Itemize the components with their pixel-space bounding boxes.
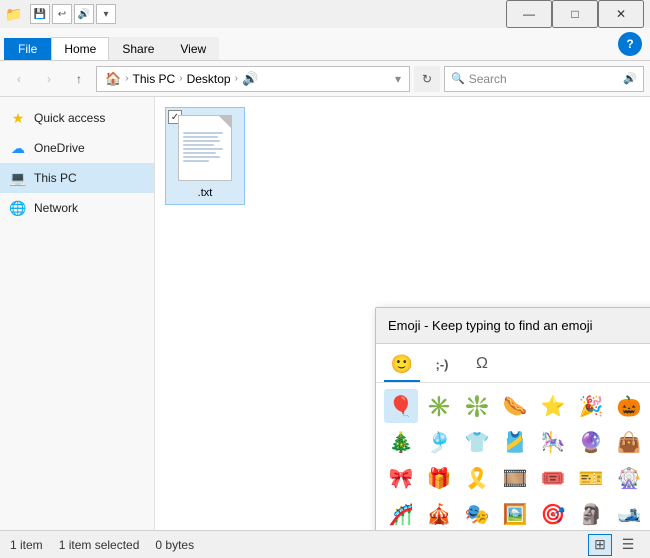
file-area: ✓ .txt bbox=[155, 97, 650, 530]
sidebar: ★ Quick access ☁ OneDrive 💻 This PC 🌐 Ne… bbox=[0, 97, 155, 530]
search-box[interactable]: 🔍 Search 🔊 bbox=[444, 66, 644, 92]
emoji-tabs: 🙂 ;-) Ω bbox=[376, 344, 650, 383]
sidebar-item-onedrive[interactable]: ☁ OneDrive bbox=[0, 133, 154, 163]
file-label: .txt bbox=[194, 186, 217, 200]
cloud-icon: ☁ bbox=[10, 140, 26, 156]
emoji-cell[interactable]: ✳️ bbox=[422, 389, 456, 423]
path-separator-1: › bbox=[125, 73, 128, 84]
star-icon: ★ bbox=[10, 110, 26, 126]
emoji-cell[interactable]: 🎁 bbox=[422, 461, 456, 495]
emoji-cell[interactable]: 🌭 bbox=[498, 389, 532, 423]
emoji-cell[interactable]: 👕 bbox=[460, 425, 494, 459]
title-bar: 📁 💾 ↩ 🔊 ▾ — □ ✕ bbox=[0, 0, 650, 28]
emoji-dialog: Emoji - Keep typing to find an emoji ✕ 🙂… bbox=[375, 307, 650, 530]
path-separator-2: › bbox=[179, 73, 182, 84]
emoji-cell[interactable]: 🎐 bbox=[422, 425, 456, 459]
properties-button[interactable]: 🔊 bbox=[74, 4, 94, 24]
search-suffix-icon: 🔊 bbox=[623, 72, 637, 85]
path-dropdown[interactable]: ▾ bbox=[395, 72, 401, 86]
save-button[interactable]: 💾 bbox=[30, 4, 50, 24]
path-icon: 🔊 bbox=[242, 71, 258, 87]
emoji-cell[interactable]: ❇️ bbox=[460, 389, 494, 423]
emoji-cell[interactable]: 🎡 bbox=[612, 461, 646, 495]
emoji-cell[interactable]: 🎀 bbox=[384, 461, 418, 495]
maximize-button[interactable]: □ bbox=[552, 0, 598, 28]
emoji-cell[interactable]: 🎉 bbox=[574, 389, 608, 423]
search-icon: 🔍 bbox=[451, 72, 465, 85]
emoji-tab-smiley[interactable]: 🙂 bbox=[384, 350, 420, 382]
path-home-icon: 🏠 bbox=[105, 71, 121, 87]
sidebar-item-this-pc[interactable]: 💻 This PC bbox=[0, 163, 154, 193]
search-placeholder: Search bbox=[469, 72, 507, 86]
emoji-tab-omega[interactable]: Ω bbox=[464, 350, 500, 382]
emoji-cell[interactable]: 🔮 bbox=[574, 425, 608, 459]
view-buttons: ⊞ ☰ bbox=[588, 534, 640, 556]
txt-lines bbox=[179, 116, 231, 168]
qs-dropdown[interactable]: ▾ bbox=[96, 4, 116, 24]
txt-file-icon bbox=[178, 115, 232, 181]
view-details-button[interactable]: ⊞ bbox=[588, 534, 612, 556]
back-button[interactable]: ‹ bbox=[6, 66, 32, 92]
emoji-cell[interactable]: 🎟️ bbox=[536, 461, 570, 495]
emoji-title: Emoji - Keep typing to find an emoji bbox=[388, 318, 593, 333]
sidebar-item-quick-access[interactable]: ★ Quick access bbox=[0, 103, 154, 133]
emoji-cell[interactable]: 🎭 bbox=[460, 497, 494, 530]
sidebar-item-label: Quick access bbox=[34, 111, 105, 125]
sidebar-item-label: This PC bbox=[34, 171, 77, 185]
emoji-cell[interactable]: 🎫 bbox=[574, 461, 608, 495]
sidebar-item-label: OneDrive bbox=[34, 141, 85, 155]
undo-button[interactable]: ↩ bbox=[52, 4, 72, 24]
emoji-cell[interactable]: 🎈 bbox=[384, 389, 418, 423]
ribbon-tabs: File Home Share View ? bbox=[0, 28, 650, 60]
minimize-button[interactable]: — bbox=[506, 0, 552, 28]
main-content: ★ Quick access ☁ OneDrive 💻 This PC 🌐 Ne… bbox=[0, 97, 650, 530]
file-size: 0 bytes bbox=[155, 538, 194, 552]
path-thispc: This PC bbox=[133, 72, 176, 86]
emoji-cell[interactable]: 🎃 bbox=[612, 389, 646, 423]
emoji-cell[interactable]: 🎞️ bbox=[498, 461, 532, 495]
window-controls: — □ ✕ bbox=[506, 0, 644, 28]
refresh-button[interactable]: ↻ bbox=[414, 66, 440, 92]
tab-file[interactable]: File bbox=[4, 38, 51, 60]
tab-home[interactable]: Home bbox=[51, 37, 109, 60]
emoji-cell[interactable]: 🎿 bbox=[612, 497, 646, 530]
emoji-grid: 🎈✳️❇️🌭⭐🎉🎃🎁🎄🎐👕🎽🎠🔮👜🟥🎀🎁🎗️🎞️🎟️🎫🎡🎢🎢🎪🎭🖼️🎯🗿🎿🛒🕶️… bbox=[376, 383, 650, 530]
quick-save-buttons: 💾 ↩ 🔊 ▾ bbox=[30, 4, 116, 24]
path-desktop: Desktop bbox=[187, 72, 231, 86]
path-separator-3: › bbox=[235, 73, 238, 84]
pc-icon: 💻 bbox=[10, 170, 26, 186]
emoji-cell[interactable]: 🎗️ bbox=[460, 461, 494, 495]
emoji-cell[interactable]: 🎽 bbox=[498, 425, 532, 459]
emoji-cell[interactable]: 🗿 bbox=[574, 497, 608, 530]
help-button[interactable]: ? bbox=[618, 32, 642, 56]
network-icon: 🌐 bbox=[10, 200, 26, 216]
tab-share[interactable]: Share bbox=[109, 37, 167, 60]
emoji-cell[interactable]: 🎪 bbox=[422, 497, 456, 530]
emoji-cell[interactable]: 🎠 bbox=[536, 425, 570, 459]
item-count: 1 item bbox=[10, 538, 43, 552]
address-path[interactable]: 🏠 › This PC › Desktop › 🔊 ▾ bbox=[96, 66, 410, 92]
emoji-cell[interactable]: 🎯 bbox=[536, 497, 570, 530]
emoji-cell[interactable]: 👜 bbox=[612, 425, 646, 459]
tab-view[interactable]: View bbox=[167, 37, 219, 60]
emoji-cell[interactable]: ⭐ bbox=[536, 389, 570, 423]
forward-button[interactable]: › bbox=[36, 66, 62, 92]
close-button[interactable]: ✕ bbox=[598, 0, 644, 28]
emoji-header: Emoji - Keep typing to find an emoji ✕ bbox=[376, 308, 650, 344]
status-bar: 1 item 1 item selected 0 bytes ⊞ ☰ bbox=[0, 530, 650, 558]
selected-count: 1 item selected bbox=[59, 538, 140, 552]
view-list-button[interactable]: ☰ bbox=[616, 534, 640, 556]
address-bar: ‹ › ↑ 🏠 › This PC › Desktop › 🔊 ▾ ↻ 🔍 Se… bbox=[0, 61, 650, 97]
ribbon: File Home Share View ? bbox=[0, 28, 650, 61]
sidebar-item-network[interactable]: 🌐 Network bbox=[0, 193, 154, 223]
emoji-cell[interactable]: 🖼️ bbox=[498, 497, 532, 530]
up-button[interactable]: ↑ bbox=[66, 66, 92, 92]
emoji-cell[interactable]: 🎢 bbox=[384, 497, 418, 530]
emoji-tab-text[interactable]: ;-) bbox=[424, 350, 460, 382]
sidebar-item-label: Network bbox=[34, 201, 78, 215]
folder-icon: 📁 bbox=[6, 6, 22, 22]
file-item-txt[interactable]: ✓ .txt bbox=[165, 107, 245, 205]
emoji-cell[interactable]: 🎄 bbox=[384, 425, 418, 459]
file-icon-wrapper bbox=[173, 112, 237, 184]
